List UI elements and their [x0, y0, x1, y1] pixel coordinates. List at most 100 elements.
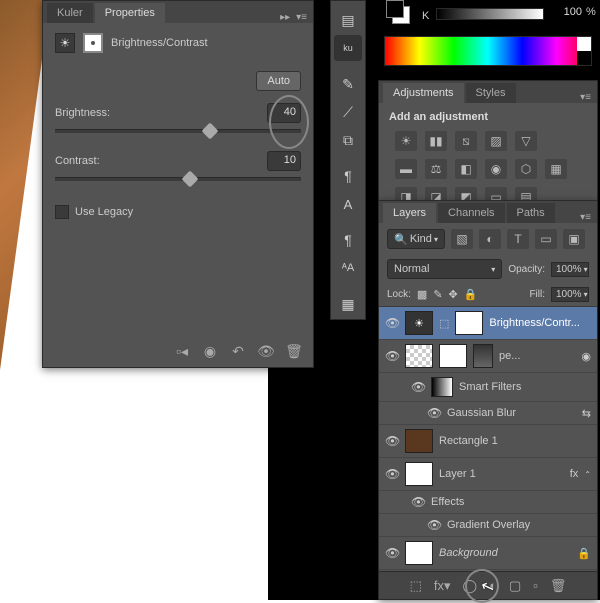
panel-menu-icon[interactable]: ▾≡ [296, 12, 307, 23]
filter-smart-icon[interactable]: ▣ [563, 229, 585, 249]
color-spectrum[interactable] [384, 36, 592, 66]
filter-options-icon[interactable]: ⇆ [582, 407, 591, 420]
smart-filters-row[interactable]: 👁 Smart Filters [379, 373, 597, 402]
fill-value[interactable]: 100%▾ [551, 287, 589, 302]
layer-background[interactable]: 👁 Background 🔒 [379, 537, 597, 570]
delete-layer-icon[interactable]: 🗑 [550, 578, 567, 594]
visibility-toggle[interactable]: 👁 [427, 406, 441, 420]
gradient-overlay-row[interactable]: 👁 Gradient Overlay [379, 514, 597, 537]
fg-bg-swatch[interactable] [386, 0, 410, 30]
adj-balance-icon[interactable]: ⚖ [425, 159, 447, 179]
k-slider[interactable] [436, 8, 544, 20]
filter-name[interactable]: Gaussian Blur [447, 407, 576, 419]
fx-badge[interactable]: fx [570, 468, 579, 480]
adj-curves-icon[interactable]: ⧅ [455, 131, 477, 151]
visibility-toggle[interactable]: 👁 [411, 495, 425, 509]
layer-mask-icon[interactable]: ◯ [463, 578, 478, 594]
filter-shape-icon[interactable]: ▭ [535, 229, 557, 249]
tab-paths[interactable]: Paths [507, 203, 555, 223]
adj-vibrance-icon[interactable]: ▽ [515, 131, 537, 151]
filter-kind-dropdown[interactable]: 🔍Kind▾ [387, 229, 445, 249]
delete-icon[interactable]: 🗑 [285, 343, 303, 359]
legacy-checkbox[interactable] [55, 205, 69, 219]
visibility-toggle[interactable]: 👁 [385, 467, 399, 481]
brightness-thumb[interactable] [201, 123, 218, 140]
layer-name[interactable]: Layer 1 [439, 468, 564, 480]
filter-pixel-icon[interactable]: ▧ [451, 229, 473, 249]
reset-icon[interactable]: ↶ [229, 343, 247, 359]
lock-position-icon[interactable]: ✥ [449, 288, 458, 301]
lock-all-icon[interactable]: 🔒 [464, 288, 478, 301]
filter-adjustment-icon[interactable]: ◐ [479, 229, 501, 249]
tab-adjustments[interactable]: Adjustments [383, 83, 464, 103]
lock-pixels-icon[interactable]: ✎ [433, 288, 442, 301]
adj-bw-icon[interactable]: ◧ [455, 159, 477, 179]
tab-styles[interactable]: Styles [466, 83, 516, 103]
contrast-slider[interactable] [55, 177, 301, 181]
contrast-value[interactable]: 10 [267, 151, 301, 171]
opacity-value[interactable]: 100%▾ [551, 262, 589, 277]
visibility-toggle[interactable]: 👁 [385, 316, 399, 330]
auto-button[interactable]: Auto [256, 71, 301, 91]
layer-brightness-contrast[interactable]: 👁 ☀ ⬚ Brightness/Contr... [379, 307, 597, 340]
layer-name[interactable]: pe... [499, 350, 575, 362]
layer-name[interactable]: Rectangle 1 [439, 435, 591, 447]
dock-clone-icon[interactable]: ⧉ [334, 127, 362, 153]
dock-paragraph-icon[interactable]: ¶ [334, 163, 362, 189]
layer-1[interactable]: 👁 Layer 1 fx ⌃ [379, 458, 597, 491]
expand-icon[interactable]: ⌃ [584, 470, 591, 479]
dock-character-icon[interactable]: A [334, 191, 362, 217]
dock-character-styles-icon[interactable]: ᴬA [334, 255, 362, 281]
adj-color-lookup-icon[interactable]: ▦ [545, 159, 567, 179]
tab-kuler[interactable]: Kuler [47, 3, 93, 23]
effect-name[interactable]: Gradient Overlay [447, 519, 591, 531]
panel-menu-icon[interactable]: ▾≡ [580, 212, 591, 223]
visibility-toggle[interactable]: 👁 [385, 434, 399, 448]
collapse-icon[interactable]: ▸▸ [280, 12, 290, 23]
view-previous-icon[interactable]: ◉ [201, 343, 219, 359]
clip-icon[interactable]: ▫◂ [173, 343, 191, 359]
new-group-icon[interactable]: ▢ [509, 578, 521, 594]
link-layers-icon[interactable]: ⬚ [410, 578, 422, 594]
filter-mask-thumb[interactable] [473, 344, 493, 368]
dock-tool-presets-icon[interactable]: ▦ [334, 291, 362, 317]
k-value[interactable]: 100 [552, 6, 582, 18]
mask-thumb[interactable] [455, 311, 483, 335]
new-layer-icon[interactable]: ▫ [533, 578, 538, 593]
panel-menu-icon[interactable]: ▾≡ [580, 92, 591, 103]
tab-properties[interactable]: Properties [95, 3, 165, 23]
dock-brush-presets-icon[interactable]: ⟋ [334, 99, 362, 125]
lock-transparent-icon[interactable]: ▩ [417, 288, 427, 301]
layer-name[interactable]: Background [439, 547, 571, 559]
mask-thumb[interactable] [439, 344, 467, 368]
gaussian-blur-row[interactable]: 👁 Gaussian Blur ⇆ [379, 402, 597, 425]
dock-kuler-icon[interactable]: ku [334, 35, 362, 61]
adj-photo-filter-icon[interactable]: ◉ [485, 159, 507, 179]
visibility-icon[interactable]: 👁 [257, 343, 275, 359]
effects-row[interactable]: 👁 Effects [379, 491, 597, 514]
adj-hue-icon[interactable]: ▬ [395, 159, 417, 179]
layer-name[interactable]: Brightness/Contr... [489, 317, 591, 329]
layer-smart-object[interactable]: 👁 pe... ◉ [379, 340, 597, 373]
dock-histogram-icon[interactable]: ▤ [334, 7, 362, 33]
visibility-toggle[interactable]: 👁 [385, 349, 399, 363]
fg-color[interactable] [386, 0, 404, 18]
filter-type-icon[interactable]: T [507, 229, 529, 249]
layer-rectangle[interactable]: 👁 Rectangle 1 [379, 425, 597, 458]
visibility-toggle[interactable]: 👁 [427, 518, 441, 532]
adj-exposure-icon[interactable]: ▨ [485, 131, 507, 151]
dock-paragraph-styles-icon[interactable]: ¶ [334, 227, 362, 253]
visibility-toggle[interactable]: 👁 [385, 546, 399, 560]
brightness-slider[interactable] [55, 129, 301, 133]
mask-icon[interactable] [83, 33, 103, 53]
brightness-value[interactable]: 40 [267, 103, 301, 123]
adj-brightness-icon[interactable]: ☀ [395, 131, 417, 151]
adj-levels-icon[interactable]: ▮▮ [425, 131, 447, 151]
tab-channels[interactable]: Channels [438, 203, 504, 223]
contrast-thumb[interactable] [182, 171, 199, 188]
tab-layers[interactable]: Layers [383, 203, 436, 223]
dock-brush-icon[interactable]: ✎ [334, 71, 362, 97]
blend-mode-dropdown[interactable]: Normal▾ [387, 259, 502, 279]
visibility-toggle[interactable]: 👁 [411, 380, 425, 394]
filter-mask-thumb[interactable] [431, 377, 453, 397]
